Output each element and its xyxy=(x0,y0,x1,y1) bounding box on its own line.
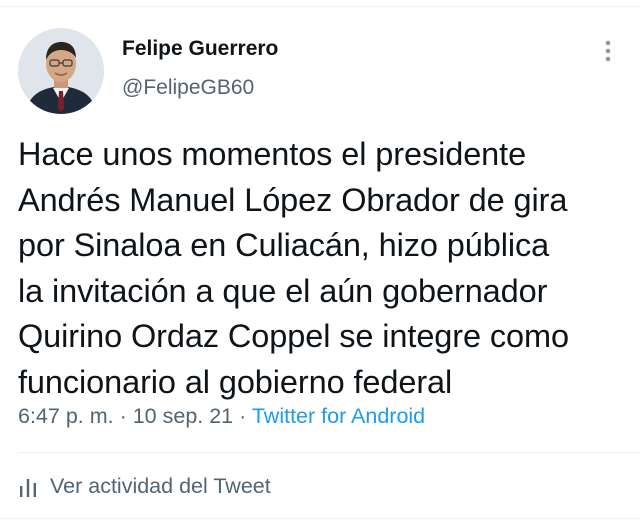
tweet-date[interactable]: 10 sep. 21 xyxy=(133,404,233,428)
tweet-metadata: 6:47 p. m. · 10 sep. 21 · Twitter for An… xyxy=(18,404,425,429)
divider xyxy=(18,452,640,453)
bottom-divider xyxy=(0,518,640,519)
view-activity-label: Ver actividad del Tweet xyxy=(50,474,271,498)
author-display-name[interactable]: Felipe Guerrero xyxy=(122,37,278,61)
tweet-text-line: por Sinaloa en Culiacán, hizo pública xyxy=(18,227,550,264)
view-activity-button[interactable]: Ver actividad del Tweet xyxy=(18,474,271,499)
more-vertical-icon[interactable] xyxy=(596,38,620,64)
tweet-text-line: Hace unos momentos el presidente xyxy=(18,136,527,172)
tweet-text: Hace unos momentos el presidente Andrés … xyxy=(18,132,630,406)
meta-separator: · xyxy=(233,404,252,428)
tweet-time[interactable]: 6:47 p. m. xyxy=(18,404,114,428)
bar-chart-icon xyxy=(18,476,38,498)
tweet-text-line: Andrés Manuel López Obrador de gira xyxy=(18,181,568,218)
author-handle[interactable]: @FelipeGB60 xyxy=(122,76,254,100)
tweet-text-line: funcionario al gobierno federal xyxy=(18,363,453,400)
tweet-text-line: la invitación a que el aún gobernador xyxy=(18,272,548,309)
profile-photo-icon xyxy=(18,28,104,114)
top-divider xyxy=(0,6,640,7)
tweet-source-link[interactable]: Twitter for Android xyxy=(252,404,425,428)
tweet-text-line: Quirino Ordaz Coppel se integre como xyxy=(18,318,569,355)
avatar[interactable] xyxy=(18,28,104,114)
meta-separator: · xyxy=(113,404,133,428)
